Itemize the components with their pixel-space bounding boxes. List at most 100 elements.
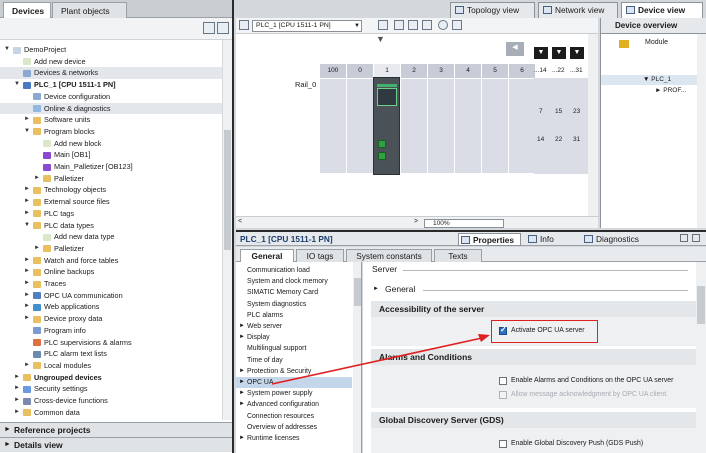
tree-item[interactable]: Main [OB1] bbox=[0, 149, 222, 161]
scroll-left-icon[interactable]: < bbox=[238, 218, 242, 225]
tree-item[interactable]: ► Traces bbox=[0, 278, 222, 290]
chevron-right-icon[interactable]: ► bbox=[24, 278, 30, 290]
tab-device-view[interactable]: Device view bbox=[621, 2, 703, 18]
nav-item[interactable]: PLC alarms bbox=[236, 310, 352, 321]
canvas-vertical-scrollbar[interactable] bbox=[588, 34, 598, 216]
nav-item[interactable]: Time of day bbox=[236, 355, 352, 366]
nav-item[interactable]: Multilingual support bbox=[236, 343, 352, 354]
tree-scroll-thumb[interactable] bbox=[224, 130, 231, 250]
scroll-right-icon[interactable]: > bbox=[414, 218, 418, 225]
nav-item[interactable]: System and clock memory bbox=[236, 276, 352, 287]
chevron-right-icon[interactable]: ► bbox=[24, 184, 30, 196]
tree-item[interactable]: ► External source files bbox=[0, 196, 222, 208]
tree-item[interactable]: ► Local modules bbox=[0, 360, 222, 372]
chevron-right-icon[interactable]: ► bbox=[373, 286, 379, 292]
chevron-down-icon[interactable]: ▼ bbox=[24, 126, 30, 138]
tree-item[interactable]: Online & diagnostics bbox=[0, 102, 222, 115]
back-arrow-icon[interactable]: ◀ bbox=[506, 42, 524, 56]
tree-item[interactable]: ▼ Program blocks bbox=[0, 126, 222, 138]
device-canvas[interactable]: ▼ Rail_0 100 0 1 2 3 4 5 6 ◀ ▼ ▼ ▼ ...14… bbox=[236, 34, 598, 216]
nav-item[interactable]: System diagnostics bbox=[236, 299, 352, 310]
chevron-right-icon[interactable]: ► bbox=[24, 301, 30, 313]
tab-info[interactable]: Info bbox=[526, 233, 554, 246]
tab-general[interactable]: General bbox=[240, 249, 294, 262]
tab-texts[interactable]: Texts bbox=[434, 249, 482, 262]
slot-2[interactable] bbox=[401, 79, 427, 173]
properties-icon[interactable] bbox=[378, 20, 388, 30]
tab-properties[interactable]: Properties bbox=[458, 233, 522, 246]
content-scrollbar[interactable] bbox=[696, 262, 706, 453]
tab-diagnostics[interactable]: Diagnostics bbox=[582, 233, 639, 246]
tree-item[interactable]: ► Cross-device functions bbox=[0, 395, 222, 407]
restore-icon[interactable] bbox=[680, 234, 688, 242]
tree-item[interactable]: Device configuration bbox=[0, 91, 222, 103]
nav-item[interactable]: ► Advanced configuration bbox=[236, 399, 352, 410]
expand-slot-icon[interactable]: ▼ bbox=[570, 47, 584, 59]
overview-row[interactable]: ► PROF... bbox=[601, 86, 697, 96]
slot-0[interactable] bbox=[347, 79, 373, 173]
slot-3[interactable] bbox=[428, 79, 454, 173]
content-scroll-thumb[interactable] bbox=[697, 286, 705, 324]
layout-icon[interactable] bbox=[408, 20, 418, 30]
tab-network-view[interactable]: Network view bbox=[538, 2, 618, 18]
tree-item[interactable]: ► Common data bbox=[0, 407, 222, 419]
tab-devices[interactable]: Devices bbox=[3, 2, 51, 19]
tree-item[interactable]: ► Web applications bbox=[0, 301, 222, 313]
tree-item[interactable]: ► Palletizer bbox=[0, 243, 222, 255]
zoom-icon[interactable] bbox=[438, 20, 448, 30]
slot-6[interactable] bbox=[509, 79, 535, 173]
tab-plant-objects[interactable]: Plant objects bbox=[52, 2, 127, 18]
chevron-down-icon[interactable]: ▼ bbox=[4, 44, 10, 56]
tree-item[interactable]: Add new device bbox=[0, 56, 222, 68]
tree-item[interactable]: Main_Palletizer [OB123] bbox=[0, 161, 222, 173]
tree-item[interactable]: ▼ PLC_1 [CPU 1511-1 PN] bbox=[0, 79, 222, 91]
tree-item[interactable]: Add new data type bbox=[0, 231, 222, 243]
tree-item[interactable]: ► Technology objects bbox=[0, 184, 222, 196]
collapse-icon[interactable] bbox=[692, 234, 700, 242]
tree-item[interactable]: ▼ PLC data types bbox=[0, 220, 222, 232]
tree-item[interactable]: Program info bbox=[0, 325, 222, 337]
table-icon[interactable] bbox=[422, 20, 432, 30]
chevron-right-icon[interactable]: ► bbox=[239, 399, 245, 410]
chevron-right-icon[interactable]: ► bbox=[239, 377, 245, 388]
tree-detail-icon[interactable] bbox=[217, 22, 229, 34]
chevron-right-icon[interactable]: ► bbox=[24, 290, 30, 302]
tab-io-tags[interactable]: IO tags bbox=[296, 249, 344, 262]
tab-system-constants[interactable]: System constants bbox=[346, 249, 432, 262]
expand-slot-icon[interactable]: ▼ bbox=[534, 47, 548, 59]
general-link[interactable]: General bbox=[385, 284, 415, 294]
chevron-right-icon[interactable]: ► bbox=[24, 313, 30, 325]
zoom-selector[interactable]: 100% bbox=[424, 219, 504, 228]
nav-item[interactable]: ► Protection & Security bbox=[236, 366, 352, 377]
chevron-right-icon[interactable]: ► bbox=[24, 266, 30, 278]
ext-slot-column[interactable] bbox=[570, 78, 588, 174]
chevron-right-icon[interactable]: ► bbox=[14, 372, 20, 384]
chevron-right-icon[interactable]: ► bbox=[14, 383, 20, 395]
navigation-scroll-thumb[interactable] bbox=[354, 278, 361, 306]
nav-item[interactable]: SIMATIC Memory Card bbox=[236, 287, 352, 298]
overview-scrollbar[interactable] bbox=[697, 34, 706, 228]
reference-projects-panel[interactable]: ► Reference projects bbox=[0, 422, 232, 437]
chevron-right-icon[interactable]: ► bbox=[24, 196, 30, 208]
chevron-right-icon[interactable]: ► bbox=[14, 407, 20, 419]
nav-item[interactable]: ► Web server bbox=[236, 321, 352, 332]
tree-view-icon[interactable] bbox=[203, 22, 215, 34]
cpu-module[interactable] bbox=[373, 77, 400, 175]
chevron-right-icon[interactable]: ► bbox=[239, 366, 245, 377]
tree-item[interactable]: Add new block bbox=[0, 138, 222, 150]
slot-5[interactable] bbox=[482, 79, 508, 173]
chevron-right-icon[interactable]: ► bbox=[239, 321, 245, 332]
enable-alarms-checkbox[interactable] bbox=[499, 377, 507, 385]
tree-item[interactable]: ► Software units bbox=[0, 114, 222, 126]
nav-item[interactable]: ► Display bbox=[236, 332, 352, 343]
chevron-down-icon[interactable]: ▼ bbox=[14, 79, 20, 91]
tree-item[interactable]: ► Device proxy data bbox=[0, 313, 222, 325]
tree-item[interactable]: PLC alarm text lists bbox=[0, 348, 222, 360]
tree-item[interactable]: ► Ungrouped devices bbox=[0, 372, 222, 384]
chevron-right-icon[interactable]: ► bbox=[34, 173, 40, 185]
chevron-right-icon[interactable]: ► bbox=[239, 388, 245, 399]
nav-item[interactable]: ► Runtime licenses bbox=[236, 433, 352, 444]
details-view-panel[interactable]: ► Details view bbox=[0, 437, 232, 452]
chevron-right-icon[interactable]: ► bbox=[24, 208, 30, 220]
tree-item[interactable]: ► OPC UA communication bbox=[0, 290, 222, 302]
